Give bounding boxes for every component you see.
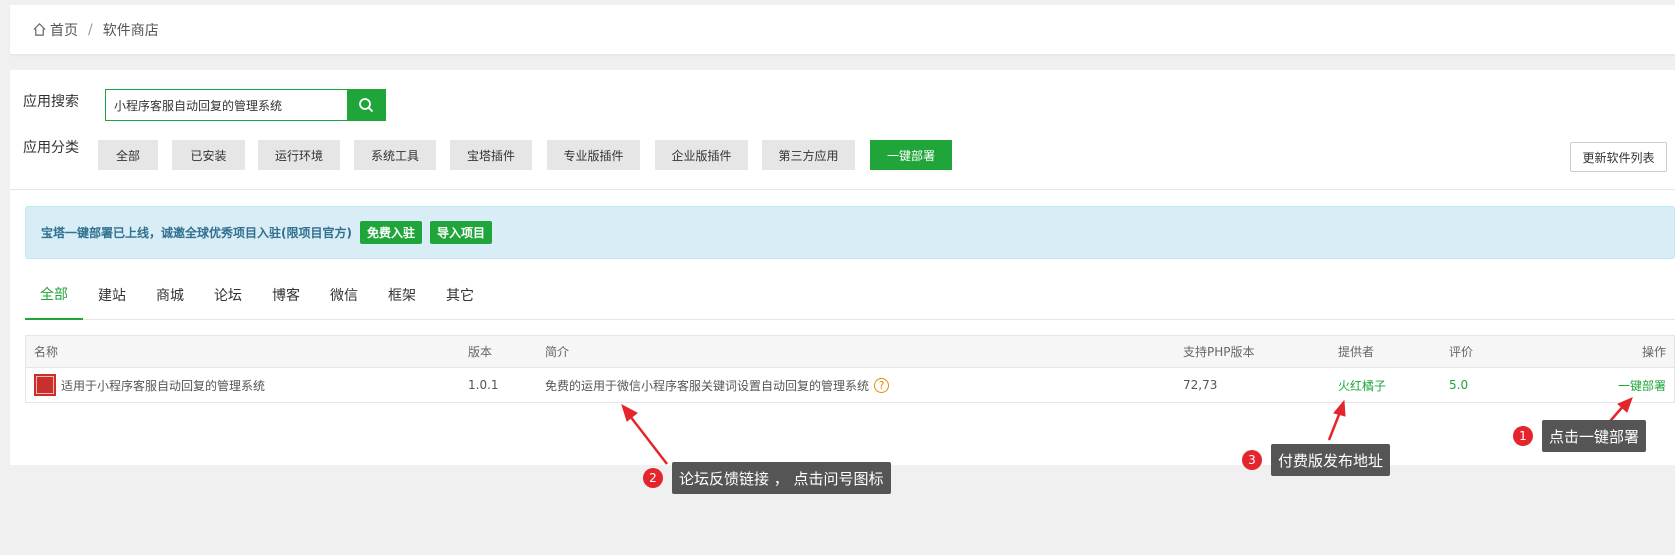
category-label: 应用分类 <box>23 140 79 156</box>
import-project-button[interactable]: 导入项目 <box>430 221 493 244</box>
breadcrumb-current: 软件商店 <box>102 22 159 39</box>
question-mark-icon[interactable]: ? <box>874 377 890 393</box>
annotation-badge-3: 3 <box>1242 450 1262 470</box>
annotation-tooltip-2: 论坛反馈链接 ， 点击问号图标 <box>672 462 891 494</box>
col-php: 支持PHP版本 <box>1183 345 1255 359</box>
search-input[interactable] <box>106 90 347 120</box>
app-rating: 5.0 <box>1449 378 1469 392</box>
tab-website[interactable]: 建站 <box>83 270 141 320</box>
app-version: 1.0.1 <box>468 378 499 392</box>
col-version: 版本 <box>468 345 493 359</box>
annotation-tooltip-3: 付费版发布地址 <box>1271 444 1391 476</box>
divider <box>10 189 1675 190</box>
app-name-cell: 适用于小程序客服自动回复的管理系统 <box>34 368 265 402</box>
category-installed[interactable]: 已安装 <box>172 140 245 170</box>
table-row: 适用于小程序客服自动回复的管理系统 1.0.1 免费的运用于微信小程序客服关键词… <box>26 368 1674 402</box>
app-desc-cell: 免费的运用于微信小程序客服关键词设置自动回复的管理系统 ? <box>545 368 890 402</box>
col-rating: 评价 <box>1449 345 1474 359</box>
one-click-deploy-link[interactable]: 一键部署 <box>1618 368 1666 402</box>
breadcrumb-separator: / <box>88 21 93 38</box>
home-icon[interactable] <box>32 22 47 37</box>
notice-banner: 宝塔一键部署已上线，诚邀全球优秀项目入驻(限项目官方) 免费入驻 导入项目 <box>25 206 1675 259</box>
app-provider-link[interactable]: 火红橘子 <box>1338 368 1386 402</box>
category-runtime[interactable]: 运行环境 <box>258 140 340 170</box>
category-enterprise-plugins[interactable]: 企业版插件 <box>655 140 748 170</box>
category-third-party[interactable]: 第三方应用 <box>762 140 855 170</box>
refresh-list-button[interactable]: 更新软件列表 <box>1570 142 1667 172</box>
breadcrumb-home[interactable]: 首页 <box>50 20 78 40</box>
app-table: 名称 版本 简介 支持PHP版本 提供者 评价 操作 适用于小程序客服自动回复的… <box>25 335 1675 403</box>
annotation-badge-2: 2 <box>643 468 663 488</box>
category-bt-plugins[interactable]: 宝塔插件 <box>450 140 532 170</box>
tab-mall[interactable]: 商城 <box>141 270 199 320</box>
tab-blog[interactable]: 博客 <box>257 270 315 320</box>
tab-all[interactable]: 全部 <box>25 270 83 320</box>
table-header: 名称 版本 简介 支持PHP版本 提供者 评价 操作 <box>26 336 1674 368</box>
search-box <box>105 89 386 121</box>
tab-framework[interactable]: 框架 <box>373 270 431 320</box>
search-button[interactable] <box>347 90 385 120</box>
category-all[interactable]: 全部 <box>98 140 158 170</box>
software-store-panel: 应用搜索 应用分类 全部 已安装 运行环境 系统工具 宝塔插件 专业版插件 企业… <box>10 70 1675 465</box>
tab-forum[interactable]: 论坛 <box>199 270 257 320</box>
tab-wechat[interactable]: 微信 <box>315 270 373 320</box>
free-join-button[interactable]: 免费入驻 <box>359 221 422 244</box>
category-system-tools[interactable]: 系统工具 <box>354 140 436 170</box>
col-name: 名称 <box>34 345 59 359</box>
col-action: 操作 <box>1641 345 1666 359</box>
tab-other[interactable]: 其它 <box>431 270 489 320</box>
app-logo-icon <box>34 374 56 396</box>
search-label: 应用搜索 <box>23 94 79 110</box>
app-php: 72,73 <box>1183 378 1218 392</box>
annotation-badge-1: 1 <box>1513 426 1533 446</box>
app-desc: 免费的运用于微信小程序客服关键词设置自动回复的管理系统 <box>545 378 870 393</box>
app-name: 适用于小程序客服自动回复的管理系统 <box>61 378 266 393</box>
col-provider: 提供者 <box>1338 345 1375 359</box>
category-pro-plugins[interactable]: 专业版插件 <box>547 140 640 170</box>
category-one-click-deploy[interactable]: 一键部署 <box>870 140 952 170</box>
type-tabs: 全部 建站 商城 论坛 博客 微信 框架 其它 <box>25 270 1675 320</box>
notice-text: 宝塔一键部署已上线，诚邀全球优秀项目入驻(限项目官方) <box>41 226 352 240</box>
breadcrumb: 首页 / 软件商店 <box>10 5 1675 55</box>
search-icon <box>359 98 374 113</box>
col-desc: 简介 <box>545 345 570 359</box>
annotation-tooltip-1: 点击一键部署 <box>1542 420 1647 452</box>
